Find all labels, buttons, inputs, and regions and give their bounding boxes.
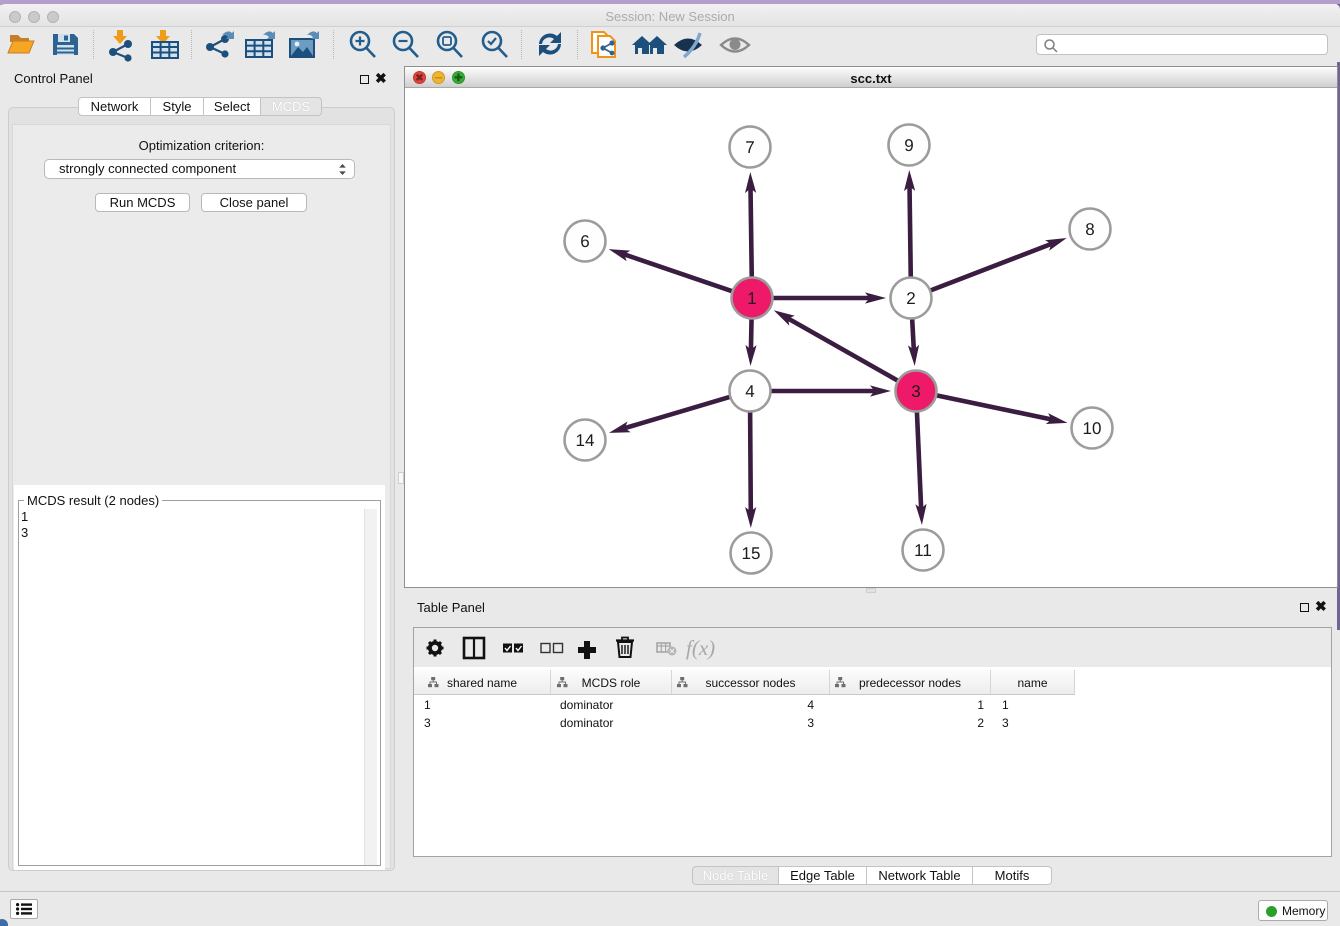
svg-text:7: 7	[745, 138, 754, 157]
svg-text:2: 2	[906, 289, 915, 308]
svg-text:11: 11	[914, 541, 932, 560]
svg-text:3: 3	[911, 382, 920, 401]
svg-text:6: 6	[580, 232, 589, 251]
svg-text:4: 4	[745, 382, 754, 401]
svg-text:1: 1	[747, 289, 756, 308]
svg-text:f(x): f(x)	[686, 636, 715, 660]
svg-text:14: 14	[576, 431, 595, 450]
svg-text:10: 10	[1083, 419, 1102, 438]
svg-text:9: 9	[904, 136, 913, 155]
svg-text:8: 8	[1085, 220, 1094, 239]
svg-text:15: 15	[742, 544, 761, 563]
